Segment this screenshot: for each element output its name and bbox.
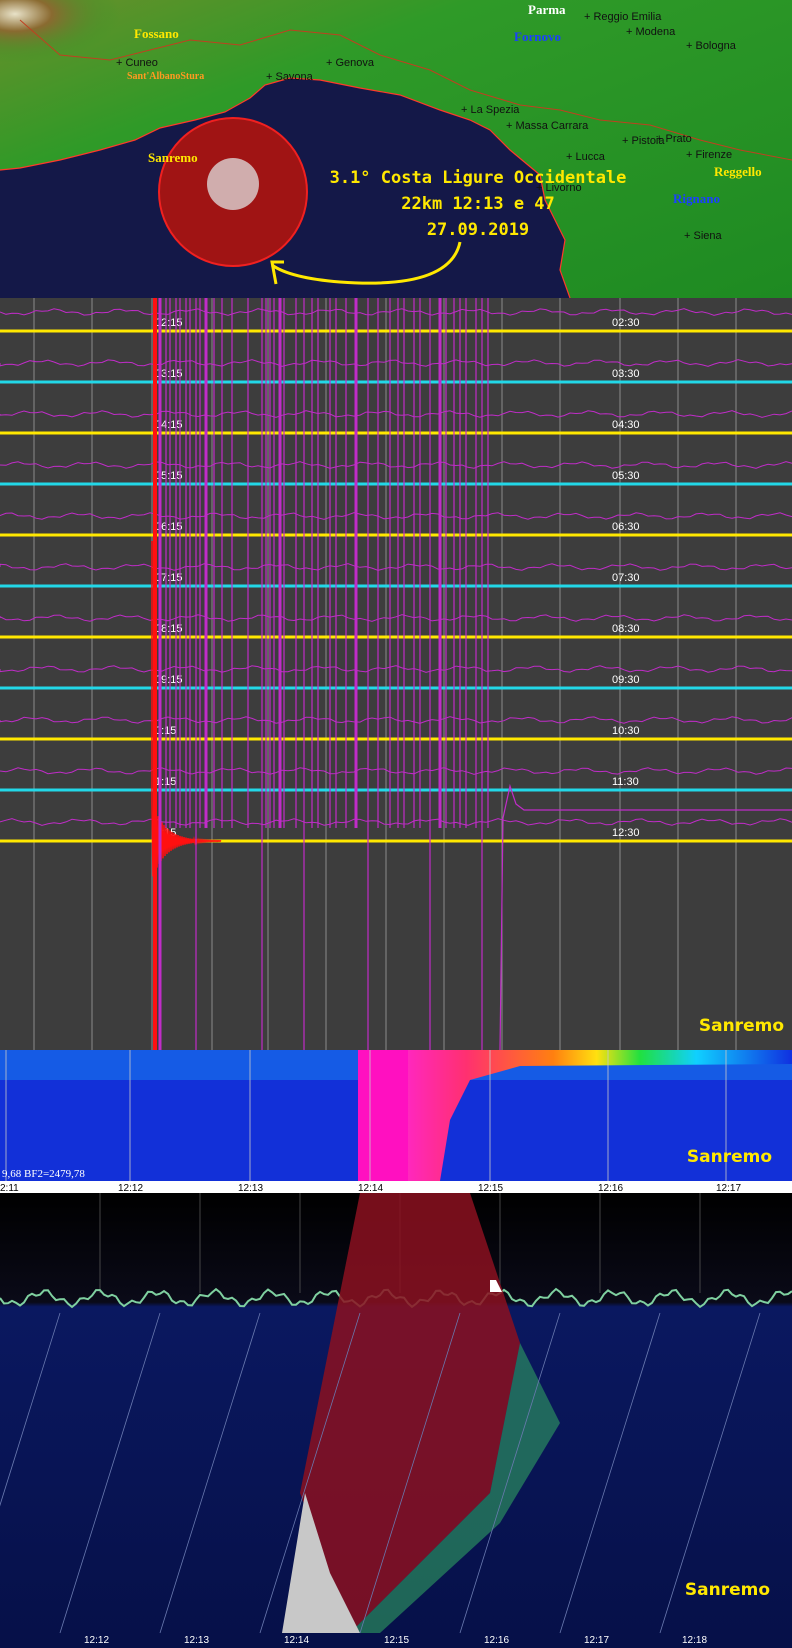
spec-time-label-0: 2:11 [0,1183,19,1193]
seismogram-panel: 02:15 02:30 03:15 03:30 04:15 04:30 05:15 05:30… [0,298,792,1050]
event-depth-time: 22km 12:13 e 47 [401,194,555,214]
town-prato: + Prato [656,133,692,145]
wf-time-label-0: 12:12 [84,1635,109,1646]
event-date: 27.09.2019 [426,220,530,240]
seis-trace-10 [0,818,792,826]
wf-time-label-4: 12:16 [484,1635,509,1646]
seismogram-station-label: Sanremo [698,1016,784,1036]
seis-trace-3 [0,461,792,469]
seis-right-time-5: 07:30 [612,572,640,584]
seis-right-time-3: 05:30 [612,470,640,482]
town-cuneo: + Cuneo [116,57,158,69]
seis-right-time-9: 11:30 [612,776,639,788]
seis-quake-band [153,298,157,1050]
town-bologna: + Bologna [686,40,736,52]
spec-time-label-1: 12:12 [118,1183,143,1193]
seis-right-time-0: 02:30 [612,317,640,329]
waterfall-chart: 12:12 12:13 12:14 12:15 12:16 12:17 12:18 [0,1193,792,1648]
spec-time-label-4: 12:15 [478,1183,503,1193]
spec-time-label-5: 12:16 [598,1183,623,1193]
event-map: Fossano Sanremo Reggello Parma Fornovo R… [0,0,792,298]
seis-trace-9 [0,767,792,775]
seis-trace-0 [0,308,792,316]
wf-time-label-2: 12:14 [284,1635,309,1646]
seis-trace-6 [0,614,792,622]
wf-time-label-6: 12:18 [682,1635,707,1646]
seis-right-time-6: 08:30 [612,623,640,635]
seismogram-chart: 02:15 02:3003:15 03:3004:15 04:3005:15 05:30… [0,298,792,1050]
seis-trace-7 [0,665,792,673]
map-graphic [0,0,792,298]
seis-trace-1 [0,359,792,367]
map-label-parma: Parma [528,2,566,17]
mouse-cursor-icon [490,1280,502,1292]
town-genova: + Genova [326,57,375,69]
spec-time-label-3: 12:14 [358,1183,383,1193]
map-label-reggello: Reggello [714,164,762,179]
spec-event-core [358,1050,408,1181]
spectrogram-chart [0,1050,792,1181]
town-modena: + Modena [626,26,676,38]
seis-right-time-1: 03:30 [612,368,640,380]
town-massa-carrara: + Massa Carrara [506,120,589,132]
seis-right-time-10: 12:30 [612,827,640,839]
spec-time-label-6: 12:17 [716,1183,741,1193]
spectrogram-station-label: Sanremo [686,1147,772,1167]
seis-trace-2 [0,410,792,418]
town-savona: + Savona [266,71,313,83]
seis-trace-5 [0,563,792,571]
seis-trace-4 [0,512,792,520]
spectrogram-panel: 9,68 BF2=2479,78 Sanremo [0,1050,792,1181]
seis-right-time-8: 10:30 [612,725,640,737]
spec-time-label-2: 12:13 [238,1183,263,1193]
map-label-sanremo: Sanremo [148,150,198,165]
seis-right-time-7: 09:30 [612,674,640,686]
seis-right-time-2: 04:30 [612,419,640,431]
town-reggio-emilia: + Reggio Emilia [584,11,662,23]
spectrogram-time-axis: 2:11 12:12 12:13 12:14 12:15 12:16 12:17 [0,1181,792,1193]
town-firenze: + Firenze [686,149,733,161]
town-la-spezia: + La Spezia [461,104,520,116]
seis-aftershock-trace [499,783,792,1050]
wf-time-label-5: 12:17 [584,1635,609,1646]
epicenter-dot [207,158,259,210]
waterfall-panel: 12:12 12:13 12:14 12:15 12:16 12:17 12:18 Sanr… [0,1193,792,1648]
seis-trace-8 [0,716,792,724]
waterfall-station-label: Sanremo [684,1580,770,1600]
town-lucca: + Lucca [566,151,605,163]
seis-right-time-4: 06:30 [612,521,640,533]
town-siena: + Siena [684,230,722,242]
map-label-rignano: Rignano [673,191,720,206]
map-label-fornovo: Fornovo [514,29,561,44]
spectrogram-info: 9,68 BF2=2479,78 [2,1168,85,1180]
wf-time-label-1: 12:13 [184,1635,209,1646]
wf-time-label-3: 12:15 [384,1635,409,1646]
map-label-fossano: Fossano [134,26,179,41]
map-label-santalbano: Sant'AlbanoStura [127,71,205,82]
event-title: 3.1° Costa Ligure Occidentale [329,168,627,188]
